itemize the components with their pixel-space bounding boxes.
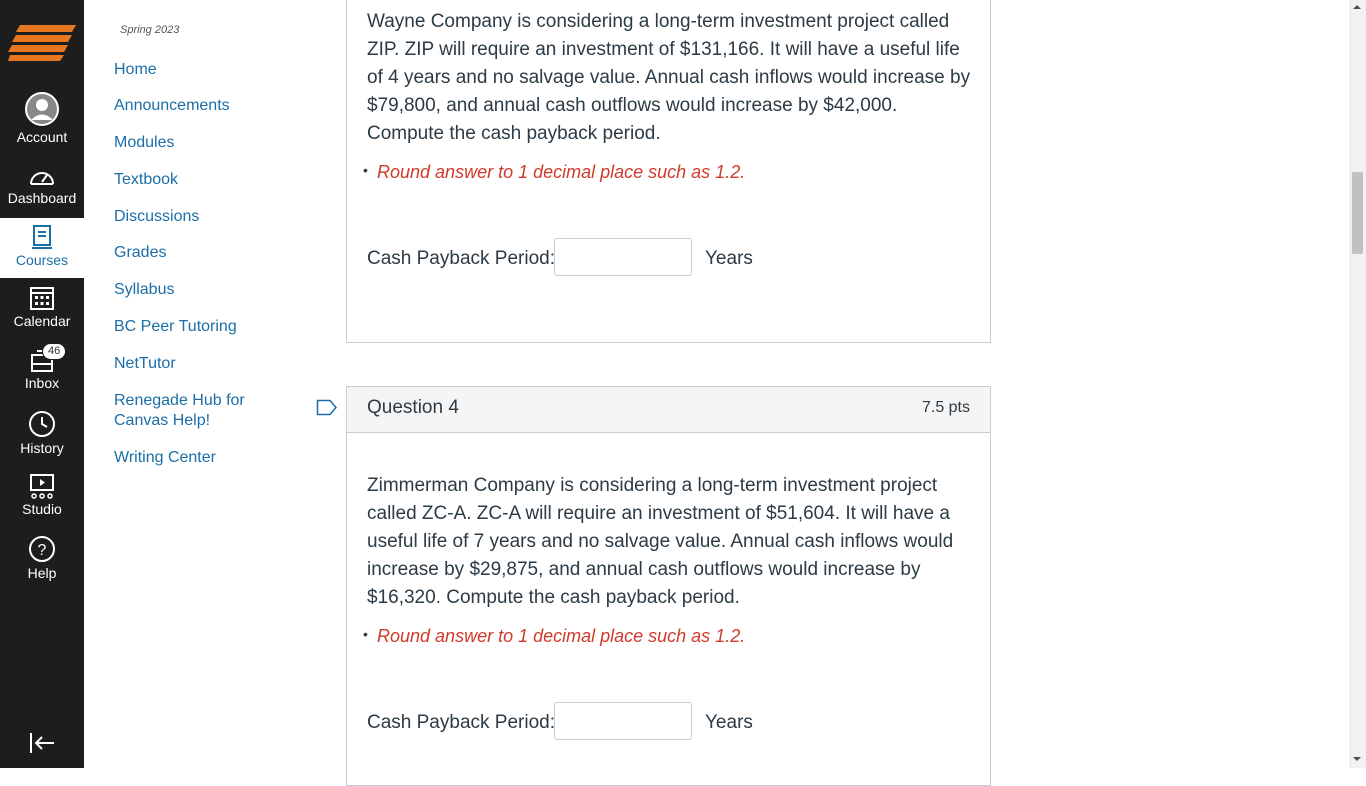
nav-history[interactable]: History [0,410,84,460]
question-4-unit: Years [705,712,753,733]
question-4-text: Zimmerman Company is considering a long-… [367,475,954,608]
flag-question-icon[interactable] [316,399,338,416]
nav-studio-label: Studio [22,501,62,517]
course-nav: Spring 2023 Home Announcements Modules T… [84,0,314,768]
nav-dashboard-label: Dashboard [7,190,77,206]
account-icon [25,92,59,126]
question-3-hint: Round answer to 1 decimal place such as … [363,162,745,183]
nav-calendar-label: Calendar [13,313,71,329]
course-link-nettutor[interactable]: NetTutor [114,354,294,374]
nav-history-label: History [20,440,64,456]
nav-help[interactable]: ? Help [0,535,84,585]
course-link-grades[interactable]: Grades [114,243,294,263]
svg-text:?: ? [38,542,47,559]
question-3-unit: Years [705,248,753,269]
question-3-text: Wayne Company is considering a long-term… [367,11,971,144]
courses-icon [32,225,52,249]
nav-courses[interactable]: Courses [0,218,84,278]
course-link-peer-tutoring[interactable]: BC Peer Tutoring [114,317,294,337]
nav-help-label: Help [27,565,57,581]
global-nav: Account Dashboard Courses Calendar 46 In… [0,0,84,768]
course-link-textbook[interactable]: Textbook [114,170,294,190]
scroll-down-icon[interactable] [1353,757,1361,761]
nav-account-label: Account [16,129,68,145]
question-4-answer-input[interactable] [554,702,692,740]
course-link-writing-center[interactable]: Writing Center [114,448,294,468]
question-3-answer-label: Cash Payback Period: [367,248,555,269]
question-4-title: Question 4 [367,397,459,418]
dashboard-icon [30,172,54,185]
course-link-modules[interactable]: Modules [114,133,294,153]
scroll-up-icon[interactable] [1353,5,1361,9]
course-link-syllabus[interactable]: Syllabus [114,280,294,300]
help-icon: ? [29,536,55,562]
nav-inbox[interactable]: 46 Inbox [0,343,84,397]
nav-calendar[interactable]: Calendar [0,285,84,335]
course-link-renegade-hub[interactable]: Renegade Hub for Canvas Help! [114,391,264,431]
inbox-badge: 46 [42,343,67,360]
question-3: Wayne Company is considering a long-term… [346,0,991,343]
nav-account[interactable]: Account [0,91,84,151]
nav-inbox-label: Inbox [24,375,60,391]
collapse-nav-icon[interactable] [28,730,56,756]
question-4-hint: Round answer to 1 decimal place such as … [363,626,745,647]
nav-courses-label: Courses [15,252,69,268]
question-3-answer-input[interactable] [554,238,692,276]
question-4-answer-label: Cash Payback Period: [367,712,555,733]
question-4: Question 4 7.5 pts Zimmerman Company is … [346,386,991,786]
studio-icon [30,474,54,499]
institution-logo[interactable] [8,25,76,63]
course-link-discussions[interactable]: Discussions [114,207,294,227]
history-icon [29,411,55,437]
course-term: Spring 2023 [120,24,180,36]
nav-studio[interactable]: Studio [0,473,84,523]
nav-dashboard[interactable]: Dashboard [0,166,84,214]
calendar-icon [30,287,54,310]
scrollbar-thumb[interactable] [1352,172,1363,254]
question-4-points: 7.5 pts [921,399,970,416]
question-4-header: Question 4 7.5 pts [347,387,990,433]
course-link-announcements[interactable]: Announcements [114,96,294,116]
page-scrollbar[interactable] [1349,0,1366,768]
course-link-home[interactable]: Home [114,60,294,80]
